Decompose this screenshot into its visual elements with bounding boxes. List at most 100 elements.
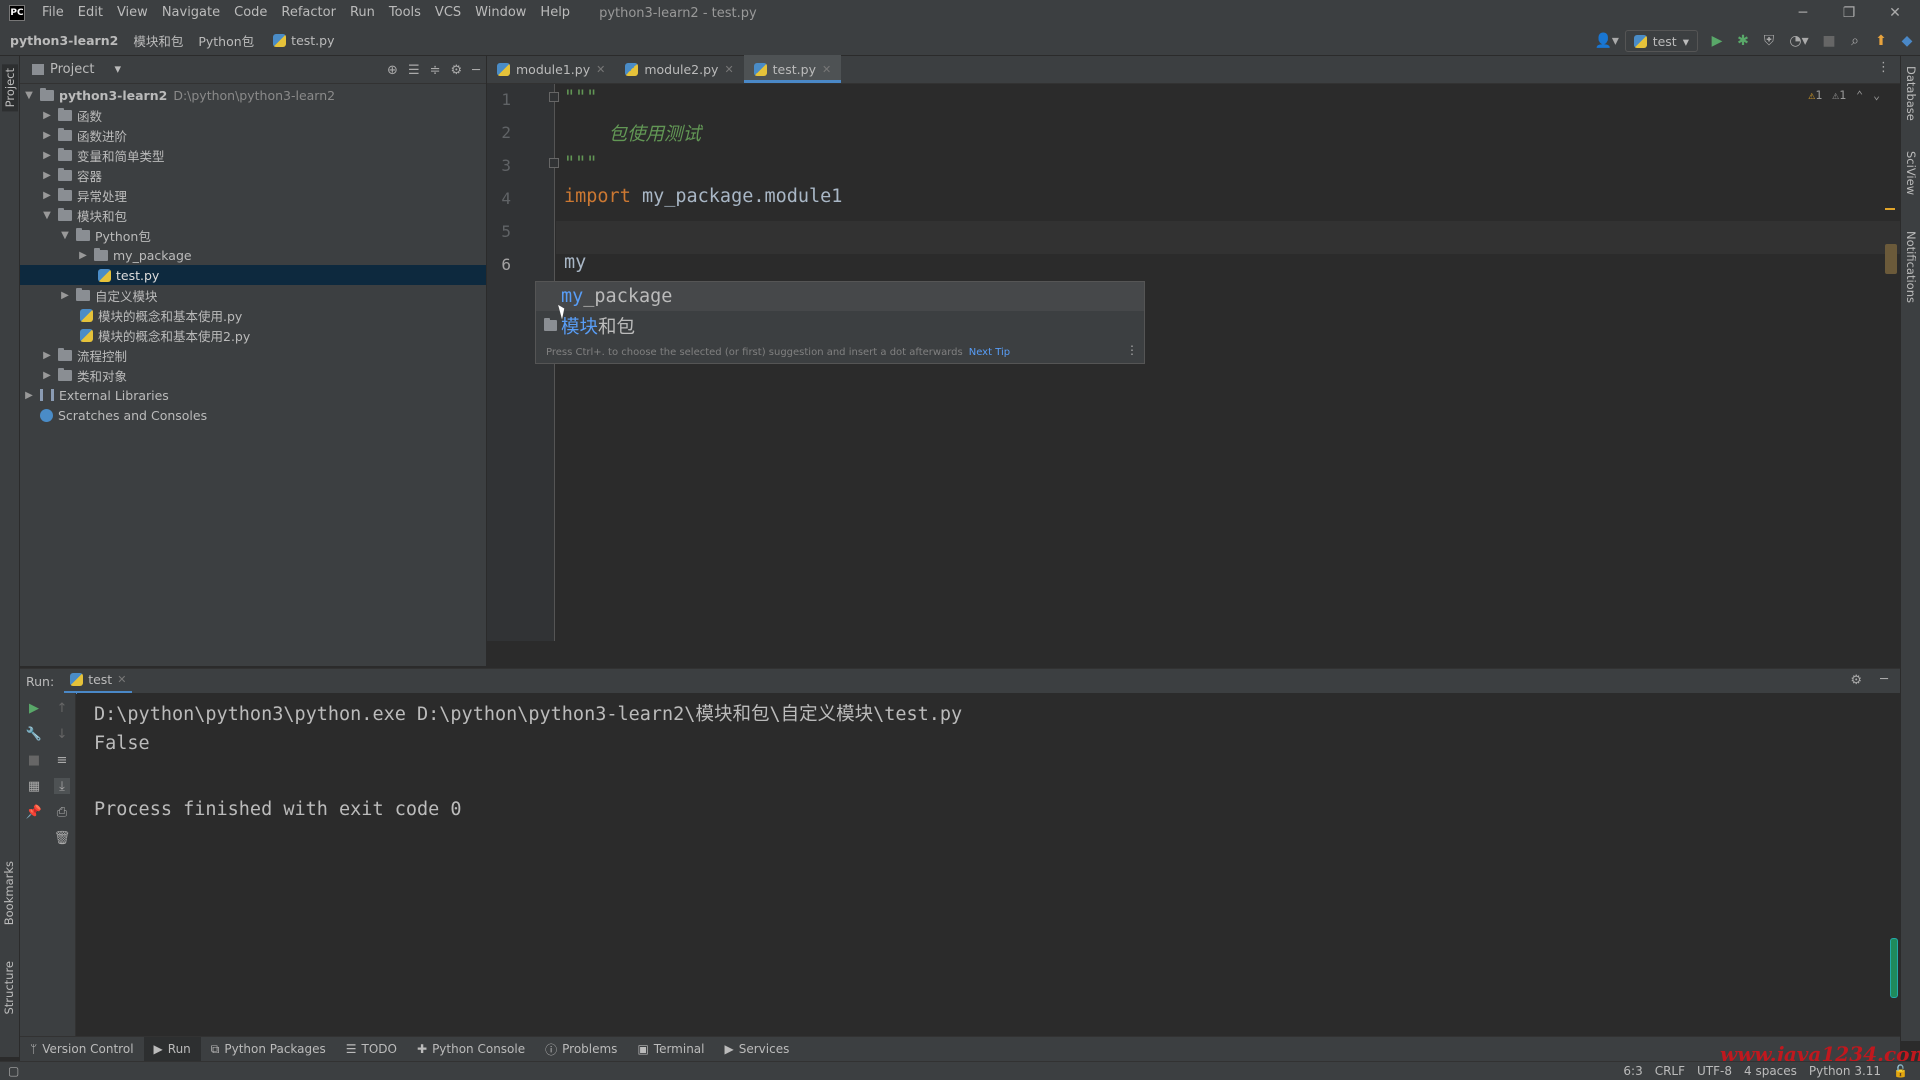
soft-wrap-icon[interactable]: ≡	[54, 752, 70, 768]
more-icon[interactable]: ⋮	[1877, 60, 1890, 75]
menu-code[interactable]: Code	[227, 0, 274, 26]
tab-module1[interactable]: module1.py ✕	[487, 55, 615, 83]
more-icon[interactable]: ⋮	[1126, 343, 1138, 357]
close-icon[interactable]: ✕	[1872, 0, 1918, 26]
tree-item-folder[interactable]: ▶ 函数	[20, 105, 486, 125]
rerun-icon[interactable]: ▶	[26, 700, 42, 716]
fold-icon[interactable]	[549, 92, 559, 102]
breadcrumb-folder[interactable]: 模块和包	[123, 31, 188, 50]
tree-item-folder[interactable]: ▶ 类和对象	[20, 365, 486, 385]
status-line-separator[interactable]: CRLF	[1649, 1064, 1691, 1078]
status-interpreter[interactable]: Python 3.11	[1803, 1064, 1887, 1078]
close-icon[interactable]: ✕	[117, 673, 126, 686]
tree-item-folder[interactable]: ▶ 变量和简单类型	[20, 145, 486, 165]
tree-item-folder[interactable]: ▶ 自定义模块	[20, 285, 486, 305]
toolwindow-python-console[interactable]: ✚ Python Console	[407, 1037, 535, 1062]
run-icon[interactable]: ▶	[1704, 26, 1730, 56]
profile-icon[interactable]: ◔▾	[1782, 26, 1816, 56]
layout-icon[interactable]: ▦	[26, 778, 42, 794]
tree-item-file[interactable]: 模块的概念和基本使用.py	[20, 305, 486, 325]
trash-icon[interactable]: 🗑	[54, 830, 71, 846]
toolwindow-todo[interactable]: ☰ TODO	[336, 1037, 407, 1062]
hide-icon[interactable]: ─	[472, 63, 480, 78]
close-icon[interactable]: ✕	[724, 63, 733, 76]
chevron-down-icon[interactable]: ⌄	[1873, 88, 1880, 102]
tree-item-folder[interactable]: ▶ 函数进阶	[20, 125, 486, 145]
run-configuration-select[interactable]: test ▾	[1624, 30, 1698, 52]
expand-all-icon[interactable]: ☰	[408, 63, 420, 78]
toolwindow-terminal[interactable]: ▣ Terminal	[627, 1037, 714, 1062]
restore-icon[interactable]: ❐	[1826, 0, 1872, 26]
next-tip-link[interactable]: Next Tip	[969, 347, 1010, 358]
tree-item-file-selected[interactable]: test.py	[20, 265, 486, 285]
stripe-bookmarks[interactable]: Bookmarks	[2, 861, 16, 925]
tree-item-scratches[interactable]: Scratches and Consoles	[20, 405, 486, 425]
breadcrumb-project[interactable]: python3-learn2	[0, 33, 123, 48]
jetbrains-logo-icon[interactable]: ◆	[1894, 26, 1920, 56]
completion-item[interactable]: 模块 和包	[536, 311, 1144, 340]
stripe-notifications[interactable]: Notifications	[1904, 231, 1918, 303]
toolwindow-run[interactable]: ▶ Run	[143, 1036, 201, 1062]
gear-icon[interactable]: ⚙	[1850, 673, 1862, 688]
menu-vcs[interactable]: VCS	[428, 0, 468, 26]
wrench-icon[interactable]: 🔧	[26, 726, 42, 742]
hide-icon[interactable]: ─	[1880, 672, 1888, 687]
menu-run[interactable]: Run	[343, 0, 382, 26]
menu-help[interactable]: Help	[533, 0, 577, 26]
breadcrumb-file[interactable]: test.py	[259, 33, 339, 48]
minimize-icon[interactable]: ─	[1780, 0, 1826, 26]
menu-refactor[interactable]: Refactor	[274, 0, 343, 26]
menu-view[interactable]: View	[110, 0, 155, 26]
run-console-output[interactable]: D:\python\python3\python.exe D:\python\p…	[77, 693, 1900, 1036]
scrollbar-thumb[interactable]	[1885, 244, 1897, 274]
console-scrollbar-thumb[interactable]	[1890, 938, 1898, 998]
collapse-all-icon[interactable]: ≑	[430, 63, 441, 78]
stripe-database[interactable]: Database	[1904, 66, 1918, 121]
gear-icon[interactable]: ⚙	[451, 63, 463, 78]
tree-item-folder[interactable]: ▼ 模块和包	[20, 205, 486, 225]
update-icon[interactable]: ⬆	[1868, 26, 1894, 56]
tree-item-package[interactable]: ▶ my_package	[20, 245, 486, 265]
status-encoding[interactable]: UTF-8	[1691, 1064, 1738, 1078]
status-indent[interactable]: 4 spaces	[1738, 1064, 1803, 1078]
tree-item-folder[interactable]: ▶ 容器	[20, 165, 486, 185]
breadcrumb-package[interactable]: Python包	[188, 31, 259, 50]
status-caret-position[interactable]: 6:3	[1617, 1064, 1648, 1078]
print-icon[interactable]: ⎙	[54, 804, 70, 820]
arrow-down-icon[interactable]: ↓	[54, 726, 70, 742]
tab-module2[interactable]: module2.py ✕	[615, 55, 743, 83]
tab-test-active[interactable]: test.py ✕	[743, 55, 842, 83]
coverage-icon[interactable]: ⛨	[1756, 26, 1782, 56]
stripe-project[interactable]: Project	[2, 64, 18, 112]
inspection-widget[interactable]: ⚠1 ⚠1 ⌃ ⌄	[1808, 88, 1880, 102]
debug-icon[interactable]: ✱	[1730, 26, 1756, 56]
close-icon[interactable]: ✕	[596, 63, 605, 76]
tree-item-file[interactable]: 模块的概念和基本使用2.py	[20, 325, 486, 345]
menu-file[interactable]: File	[35, 0, 71, 26]
menu-tools[interactable]: Tools	[382, 0, 428, 26]
tree-item-folder[interactable]: ▶ 流程控制	[20, 345, 486, 365]
menu-navigate[interactable]: Navigate	[155, 0, 227, 26]
stop-icon[interactable]: ■	[26, 752, 42, 768]
tree-item-external-libraries[interactable]: ▶ External Libraries	[20, 385, 486, 405]
locate-icon[interactable]: ⊕	[387, 63, 398, 78]
toolwindow-services[interactable]: ▶ Services	[715, 1037, 800, 1062]
stripe-structure[interactable]: Structure	[2, 961, 16, 1015]
stop-icon[interactable]: ■	[1816, 26, 1842, 56]
toolwindow-version-control[interactable]: ᛘ Version Control	[20, 1037, 144, 1062]
pin-icon[interactable]: 📌	[26, 804, 42, 820]
tree-item-folder[interactable]: ▶ 异常处理	[20, 185, 486, 205]
stripe-sciview[interactable]: SciView	[1904, 151, 1918, 195]
user-icon[interactable]: 👤▾	[1589, 26, 1625, 56]
scroll-to-end-icon[interactable]: ⤓	[54, 778, 70, 794]
toolwindow-problems[interactable]: ⓘ Problems	[535, 1037, 627, 1062]
menu-edit[interactable]: Edit	[71, 0, 110, 26]
tree-item-folder[interactable]: ▼ Python包	[20, 225, 486, 245]
search-icon[interactable]: ⌕	[1842, 26, 1868, 56]
project-view-select[interactable]: Project ▾	[32, 62, 121, 77]
layout-toggle-icon[interactable]: ▢	[8, 1064, 19, 1078]
close-icon[interactable]: ✕	[822, 63, 831, 76]
lock-icon[interactable]: 🔓	[1887, 1064, 1914, 1078]
chevron-up-icon[interactable]: ⌃	[1856, 88, 1863, 102]
run-tab-test[interactable]: test ✕	[64, 669, 133, 694]
